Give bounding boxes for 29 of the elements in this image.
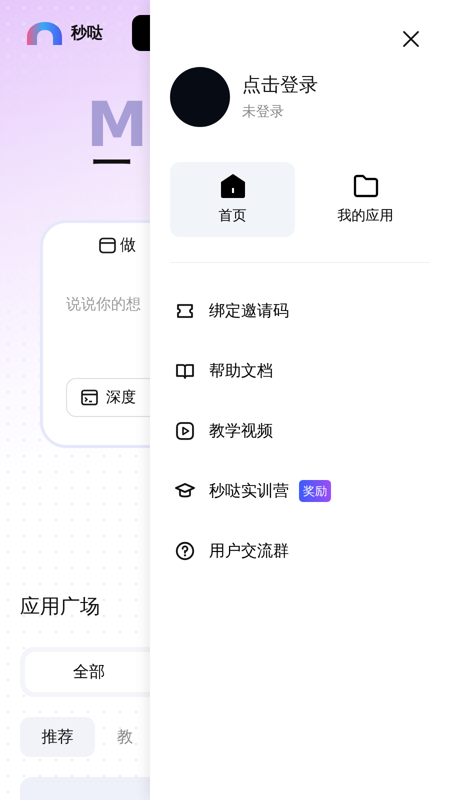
mode-label: 做 — [120, 234, 136, 256]
folder-icon — [352, 172, 380, 200]
ticket-icon — [175, 301, 195, 321]
nav-tile[interactable]: 我的应用 — [303, 162, 428, 237]
menu-item[interactable]: 教学视频 — [170, 401, 273, 461]
help-icon — [175, 541, 195, 561]
logo-text: 秒哒 — [71, 22, 103, 44]
header-button[interactable] — [132, 15, 150, 51]
menu-item[interactable]: 用户交流群 — [170, 521, 289, 581]
prompt-field[interactable]: 说说你的想 — [66, 293, 150, 333]
category-tab[interactable]: 推荐 — [20, 717, 95, 757]
logo-icon — [25, 21, 63, 45]
hero-letter: M — [85, 94, 149, 156]
menu-item[interactable]: 绑定邀请码 — [170, 281, 289, 341]
nav-tile[interactable]: 首页 — [170, 162, 295, 237]
category-tab[interactable]: 教 — [117, 717, 133, 757]
terminal-icon — [81, 389, 98, 406]
section-title: 应用广场 — [19, 593, 101, 620]
window-icon — [99, 236, 116, 254]
home-icon — [218, 172, 246, 200]
segment-tab[interactable]: 全部 — [25, 652, 150, 692]
menu-item[interactable]: 帮助文档 — [170, 341, 273, 401]
login-link[interactable]: 点击登录 — [242, 72, 318, 98]
play-icon — [175, 421, 195, 441]
book-icon — [175, 361, 195, 381]
depth-button[interactable]: 深度 — [66, 378, 150, 417]
reward-badge: 奖励 — [299, 480, 331, 502]
login-status: 未登录 — [242, 102, 285, 122]
menu-item[interactable]: 秒哒实训营 奖励 — [170, 461, 331, 521]
